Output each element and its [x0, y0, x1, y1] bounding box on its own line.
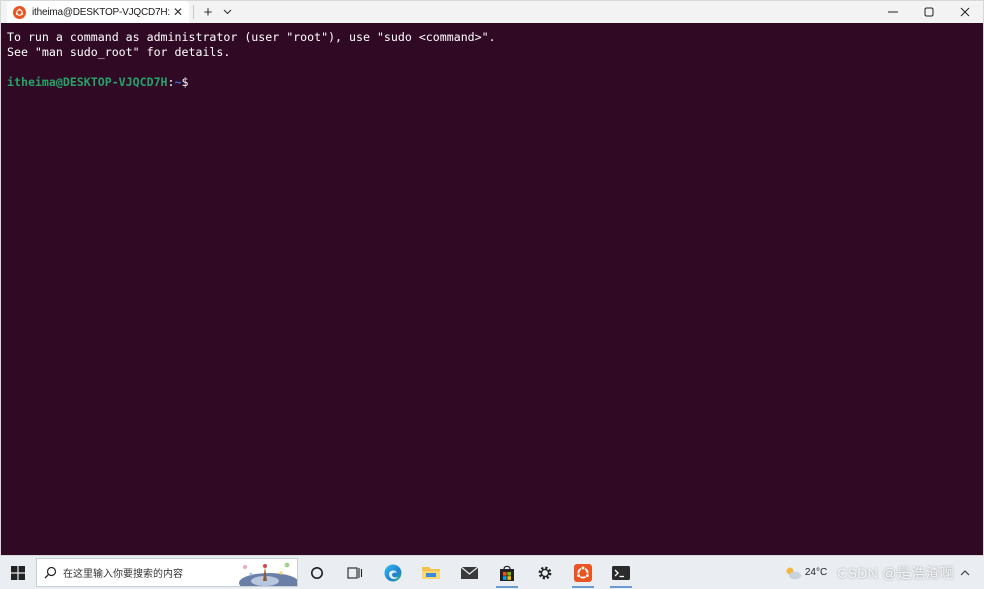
tray-chevron-up-icon[interactable]: [960, 569, 970, 576]
text-cursor: [189, 75, 196, 88]
window-controls: [875, 1, 983, 23]
terminal-output[interactable]: To run a command as administrator (user …: [7, 30, 977, 551]
minimize-button[interactable]: [875, 1, 911, 23]
store-icon[interactable]: [488, 556, 526, 589]
taskbar: 在这里输入你要搜索的内容 24°C CSDN @是浩渣啊: [0, 556, 984, 589]
terminal-icon[interactable]: [602, 556, 640, 589]
terminal-line: See "man sudo_root" for details.: [7, 45, 231, 59]
prompt-user: itheima@DESKTOP-VJQCD7H: [7, 75, 168, 89]
ubuntu-icon[interactable]: [564, 556, 602, 589]
new-tab-button[interactable]: +: [198, 1, 218, 23]
weather-temperature: 24°C: [804, 567, 828, 578]
windows-logo-icon: [11, 565, 25, 580]
mail-icon[interactable]: [450, 556, 488, 589]
prompt-colon: :: [167, 75, 175, 89]
weather-widget[interactable]: 24°C: [784, 566, 827, 580]
search-input[interactable]: 在这里输入你要搜索的内容: [36, 558, 298, 587]
file-explorer-icon[interactable]: [412, 556, 450, 589]
maximize-button[interactable]: [911, 1, 947, 23]
close-window-button[interactable]: [947, 1, 983, 23]
terminal-window: itheima@DESKTOP-VJQCD7H: ~ ✕ + To run a …: [0, 0, 984, 556]
title-bar: itheima@DESKTOP-VJQCD7H: ~ ✕ +: [1, 1, 983, 23]
ubuntu-icon: [13, 5, 26, 19]
task-view-icon[interactable]: [336, 556, 374, 589]
tab-divider: [193, 5, 194, 19]
tab-title: itheima@DESKTOP-VJQCD7H: ~: [32, 6, 171, 18]
cortana-circle-icon[interactable]: [298, 556, 336, 589]
weather-cloud-sun-icon: [786, 567, 801, 579]
start-button[interactable]: [0, 556, 36, 589]
chevron-down-icon[interactable]: [218, 1, 236, 23]
terminal-line: To run a command as administrator (user …: [7, 30, 496, 44]
tab-ubuntu[interactable]: itheima@DESKTOP-VJQCD7H: ~ ✕: [7, 1, 189, 23]
prompt-symbol: $: [181, 75, 189, 89]
edge-browser-icon[interactable]: [374, 556, 412, 589]
csdn-watermark: CSDN @是浩渣啊: [837, 564, 954, 581]
search-highlight-illustration: [235, 559, 297, 586]
search-icon: [37, 566, 63, 579]
search-placeholder: 在这里输入你要搜索的内容: [63, 569, 183, 580]
system-tray: 24°C CSDN @是浩渣啊: [784, 556, 984, 589]
gear-icon[interactable]: [526, 556, 564, 589]
terminal-prompt: itheima@DESKTOP-VJQCD7H:~$: [7, 75, 977, 90]
close-icon[interactable]: ✕: [171, 5, 185, 19]
prompt-path: ~: [174, 75, 182, 89]
